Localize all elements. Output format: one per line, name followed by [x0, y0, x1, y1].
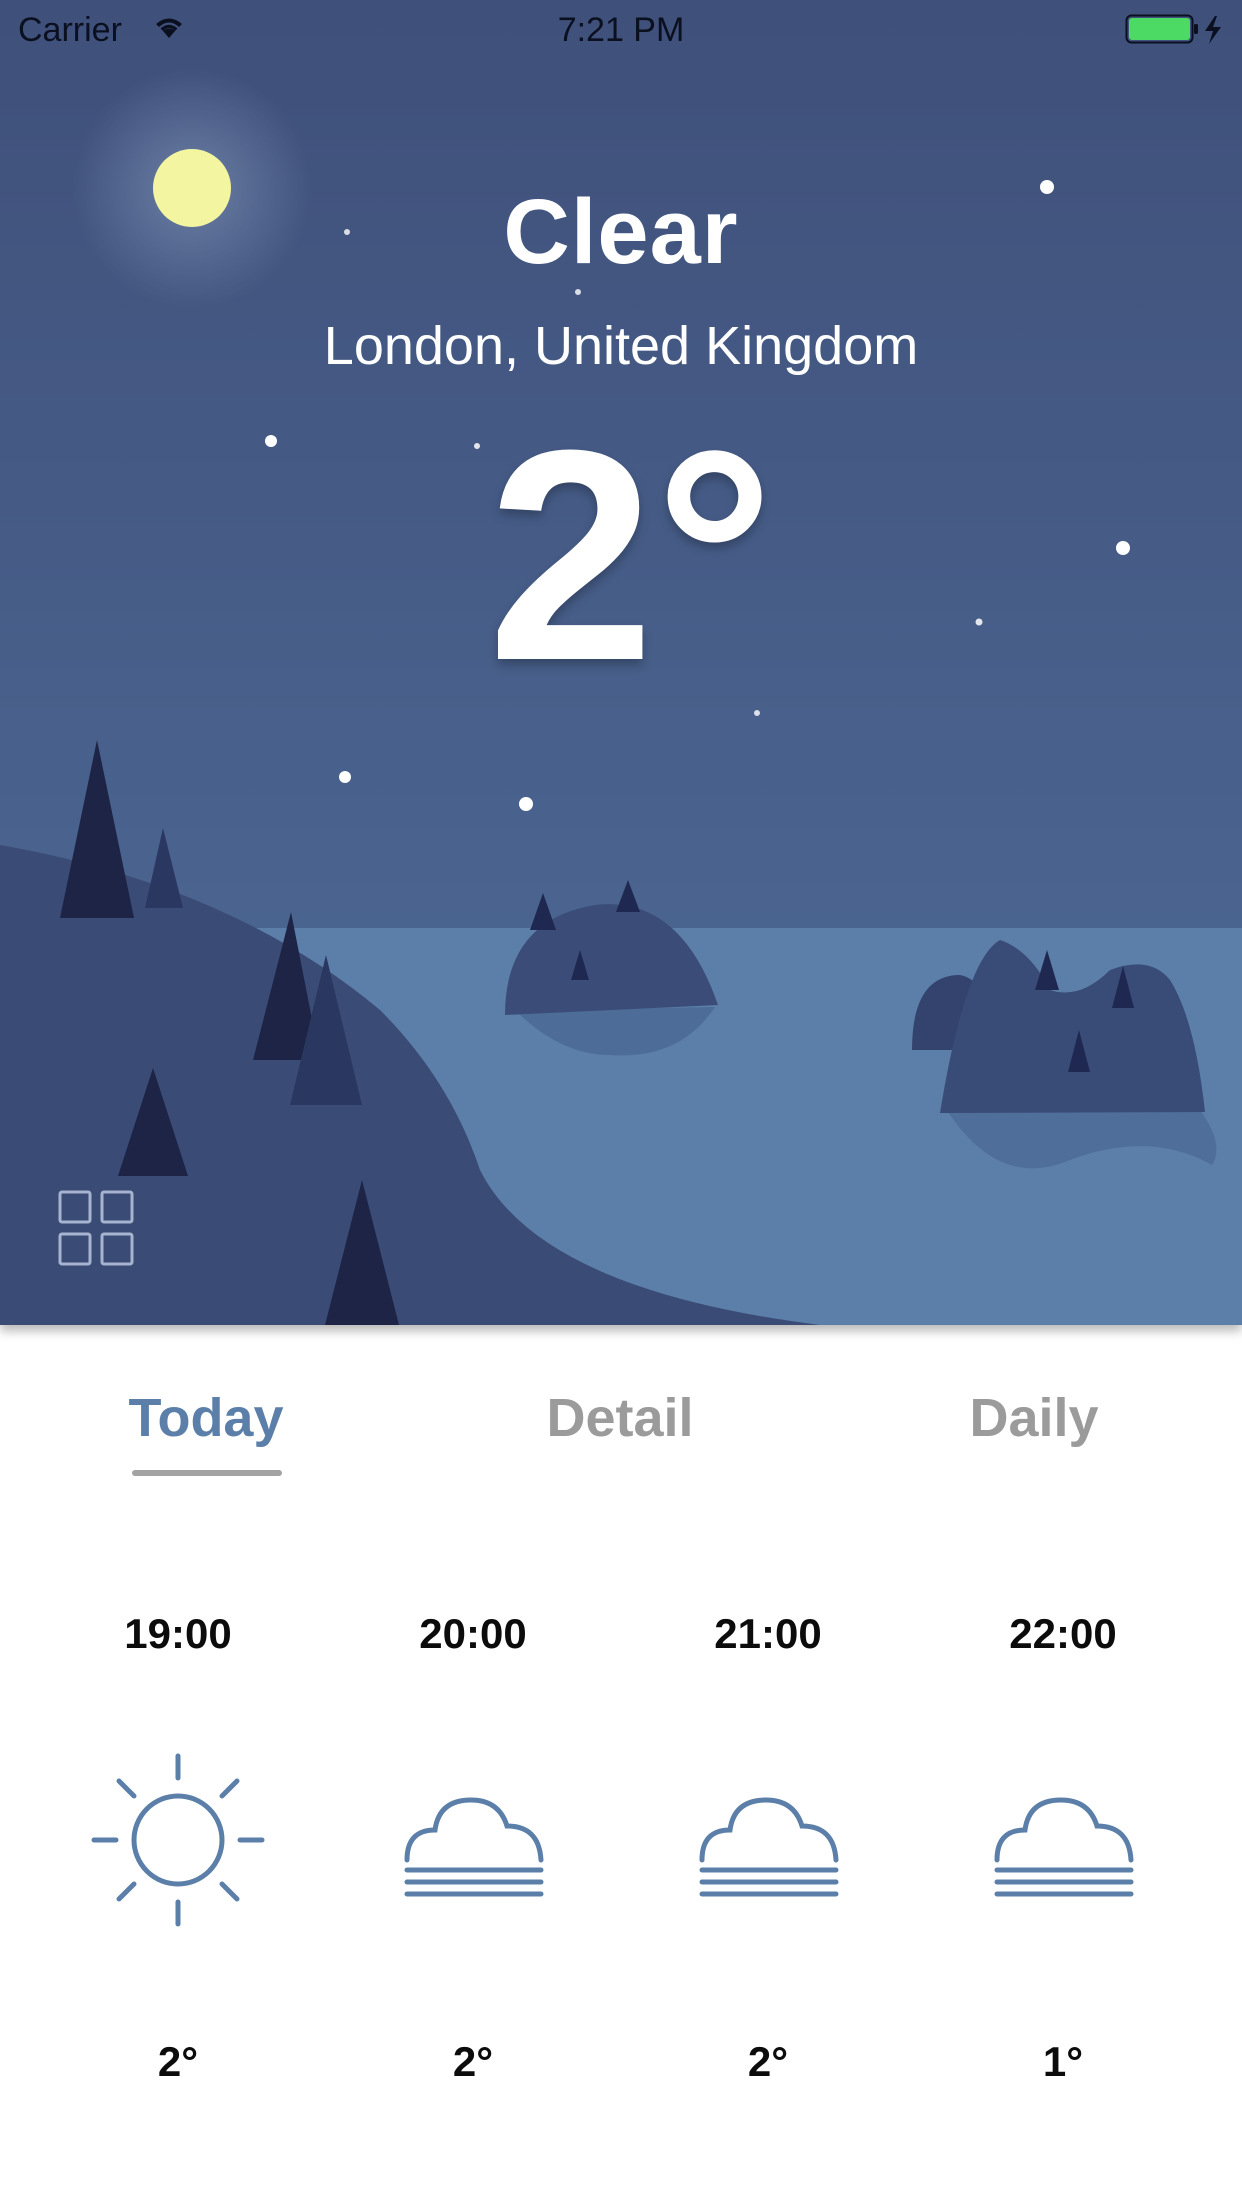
- hour-temperature: 2°: [452, 2038, 494, 2085]
- star: [575, 289, 581, 295]
- hour-temperature: 2°: [747, 2038, 789, 2085]
- hour-time: 19:00: [124, 1610, 232, 1657]
- grid-menu-icon[interactable]: [58, 1190, 136, 1268]
- star: [519, 797, 533, 811]
- tab-daily[interactable]: Daily: [884, 1387, 1184, 1449]
- hourly-forecast: 19:00 2° 20:00 2° 21:00 2° 22:00 1°: [0, 1560, 1242, 2160]
- tab-detail[interactable]: Detail: [470, 1387, 770, 1449]
- hourly-item: 19:00 2°: [30, 1560, 326, 2160]
- fog-cloud-icon: [404, 1797, 544, 1897]
- status-time: 7:21 PM: [557, 11, 685, 49]
- hourly-item: 21:00 2°: [620, 1560, 916, 2160]
- hourly-item: 22:00 1°: [915, 1560, 1211, 2160]
- forecast-tabs: Today Detail Daily: [0, 1325, 1242, 1505]
- hour-time: 22:00: [1009, 1610, 1117, 1657]
- active-tab-indicator: [132, 1470, 282, 1476]
- weather-app-screen: Carrier 7:21 PM Clear London, United Kin…: [0, 0, 1242, 2208]
- star: [339, 771, 351, 783]
- hour-temperature: 1°: [1042, 2038, 1084, 2085]
- tab-today[interactable]: Today: [56, 1387, 356, 1449]
- battery-icon: [1125, 14, 1221, 44]
- weather-hero: Carrier 7:21 PM Clear London, United Kin…: [0, 0, 1242, 1325]
- current-temperature: 2°: [487, 387, 775, 723]
- location-label: London, United Kingdom: [323, 316, 919, 376]
- hour-time: 20:00: [419, 1610, 527, 1657]
- fog-cloud-icon: [994, 1797, 1134, 1897]
- weather-condition: Clear: [503, 181, 739, 283]
- status-bar: Carrier 7:21 PM: [0, 0, 1242, 60]
- hour-temperature: 2°: [157, 2038, 199, 2085]
- hourly-item: 20:00 2°: [325, 1560, 621, 2160]
- fog-cloud-icon: [699, 1797, 839, 1897]
- hour-time: 21:00: [714, 1610, 822, 1657]
- sun-icon: [91, 1753, 265, 1927]
